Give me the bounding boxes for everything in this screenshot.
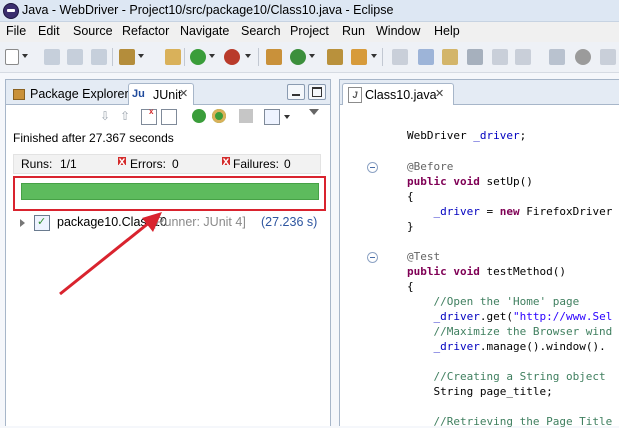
annotation-arrow: [59, 212, 162, 296]
